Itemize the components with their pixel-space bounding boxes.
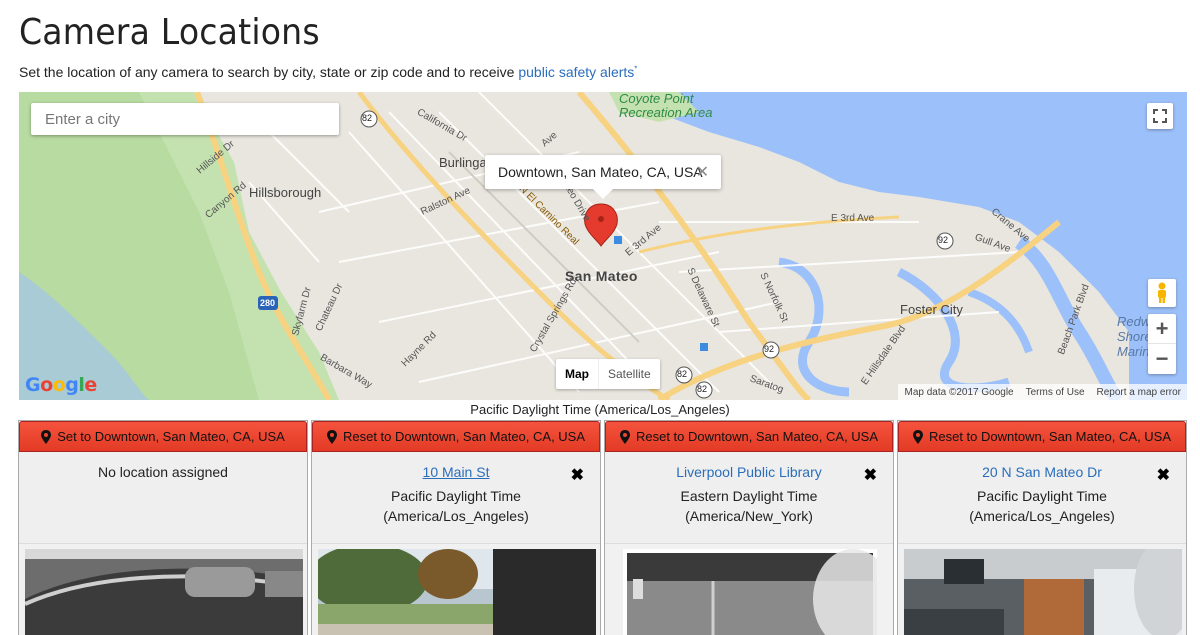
- location-timezone: Pacific Daylight Time (America/Los_Angele…: [969, 488, 1115, 524]
- remove-location-icon[interactable]: ✖: [864, 465, 877, 485]
- route-92-shield: 92: [938, 235, 949, 245]
- map-label-burlingame: Burlinga: [439, 155, 487, 170]
- page-title: Camera Locations: [19, 12, 320, 53]
- route-82-shield: 82: [697, 384, 708, 394]
- map-marker-icon: [912, 429, 923, 444]
- location-name-link[interactable]: Liverpool Public Library: [605, 464, 893, 480]
- remove-location-icon[interactable]: ✖: [571, 465, 584, 485]
- terms-of-use-link[interactable]: Terms of Use: [1020, 387, 1091, 398]
- remove-location-icon[interactable]: ✖: [1157, 465, 1170, 485]
- camera-card: Reset to Downtown, San Mateo, CA, USA 10…: [311, 420, 601, 635]
- no-location-text: No location assigned: [98, 464, 228, 480]
- camera-thumbnail[interactable]: [623, 549, 877, 635]
- set-location-button[interactable]: Set to Downtown, San Mateo, CA, USA: [19, 421, 307, 452]
- reset-location-button[interactable]: Reset to Downtown, San Mateo, CA, USA: [898, 421, 1186, 452]
- google-logo-letter: e: [84, 374, 97, 396]
- report-map-error-link[interactable]: Report a map error: [1091, 387, 1187, 398]
- location-timezone: Eastern Daylight Time (America/New_York): [680, 488, 818, 524]
- map-marker-icon: [326, 429, 337, 444]
- button-label: Reset to Downtown, San Mateo, CA, USA: [635, 429, 879, 444]
- map-label-coyote-point: Coyote Point Recreation Area: [619, 92, 713, 120]
- map-data-credit: Map data ©2017 Google: [904, 386, 1014, 398]
- route-82-shield: 82: [677, 369, 688, 379]
- zoom-in-button[interactable]: +: [1148, 314, 1176, 344]
- zoom-out-button[interactable]: −: [1148, 344, 1176, 374]
- camera-thumbnail[interactable]: [318, 549, 596, 635]
- camera-thumbnail[interactable]: [25, 549, 303, 635]
- route-92-shield: 92: [764, 344, 775, 354]
- camera-cards: Set to Downtown, San Mateo, CA, USA No l…: [18, 420, 1188, 635]
- fullscreen-icon: [1153, 109, 1167, 123]
- page-subtitle: Set the location of any camera to search…: [19, 64, 637, 80]
- google-logo-letter: o: [40, 374, 53, 396]
- button-label: Set to Downtown, San Mateo, CA, USA: [57, 429, 285, 444]
- info-window: Downtown, San Mateo, CA, USA ✕: [485, 155, 721, 199]
- info-window-tail: [593, 189, 613, 199]
- fullscreen-button[interactable]: [1147, 103, 1173, 129]
- current-timezone: Pacific Daylight Time (America/Los_Angel…: [470, 402, 730, 417]
- map-type-control: Map Satellite: [556, 359, 660, 389]
- city-search-input[interactable]: [31, 103, 339, 135]
- camera-card: Reset to Downtown, San Mateo, CA, USA Li…: [604, 420, 894, 635]
- camera-card: Reset to Downtown, San Mateo, CA, USA 20…: [897, 420, 1187, 635]
- street-label: E 3rd Ave: [831, 213, 875, 224]
- map-label-foster-city: Foster City: [900, 302, 963, 317]
- map-marker-icon: [41, 429, 52, 444]
- google-logo: Google: [25, 374, 97, 396]
- info-window-close-icon[interactable]: ✕: [696, 162, 709, 182]
- google-logo-letter: g: [65, 374, 79, 396]
- map-type-map-button[interactable]: Map: [556, 359, 598, 389]
- card-location-info: 20 N San Mateo Dr ✖ Pacific Daylight Tim…: [898, 452, 1186, 544]
- map-type-satellite-button[interactable]: Satellite: [598, 359, 660, 389]
- button-label: Reset to Downtown, San Mateo, CA, USA: [342, 429, 586, 444]
- route-82-shield: 82: [362, 113, 373, 123]
- reset-location-button[interactable]: Reset to Downtown, San Mateo, CA, USA: [312, 421, 600, 452]
- public-safety-alerts-link[interactable]: public safety alerts: [518, 64, 634, 80]
- location-timezone: Pacific Daylight Time (America/Los_Angele…: [383, 488, 529, 524]
- pegman-icon: [1158, 282, 1166, 303]
- info-window-text: Downtown, San Mateo, CA, USA: [498, 164, 703, 180]
- subtitle-text: Set the location of any camera to search…: [19, 64, 519, 80]
- card-location-info: 10 Main St ✖ Pacific Daylight Time (Ameri…: [312, 452, 600, 544]
- card-location-info: Liverpool Public Library ✖ Eastern Dayli…: [605, 452, 893, 544]
- button-label: Reset to Downtown, San Mateo, CA, USA: [928, 429, 1172, 444]
- camera-thumbnail[interactable]: [904, 549, 1182, 635]
- google-logo-letter: G: [25, 374, 41, 396]
- map-marker-icon: [619, 429, 630, 444]
- footnote-marker: *: [634, 64, 638, 74]
- zoom-control: + −: [1148, 314, 1176, 374]
- reset-location-button[interactable]: Reset to Downtown, San Mateo, CA, USA: [605, 421, 893, 452]
- map-base: [19, 92, 1187, 400]
- camera-card: Set to Downtown, San Mateo, CA, USA No l…: [18, 420, 308, 635]
- location-name-link[interactable]: 20 N San Mateo Dr: [898, 464, 1186, 480]
- street-view-pegman-button[interactable]: [1148, 279, 1176, 307]
- map-label-hillsborough: Hillsborough: [249, 185, 322, 200]
- map-view[interactable]: 82 82 82 92 92 280 San Mateo Hillsboroug…: [19, 92, 1187, 400]
- route-280-shield: 280: [260, 298, 276, 308]
- google-logo-letter: o: [52, 374, 66, 396]
- card-location-info: No location assigned: [19, 452, 307, 544]
- map-attribution: Map data ©2017 Google Terms of Use Repor…: [898, 384, 1187, 400]
- location-name-link[interactable]: 10 Main St: [312, 464, 600, 480]
